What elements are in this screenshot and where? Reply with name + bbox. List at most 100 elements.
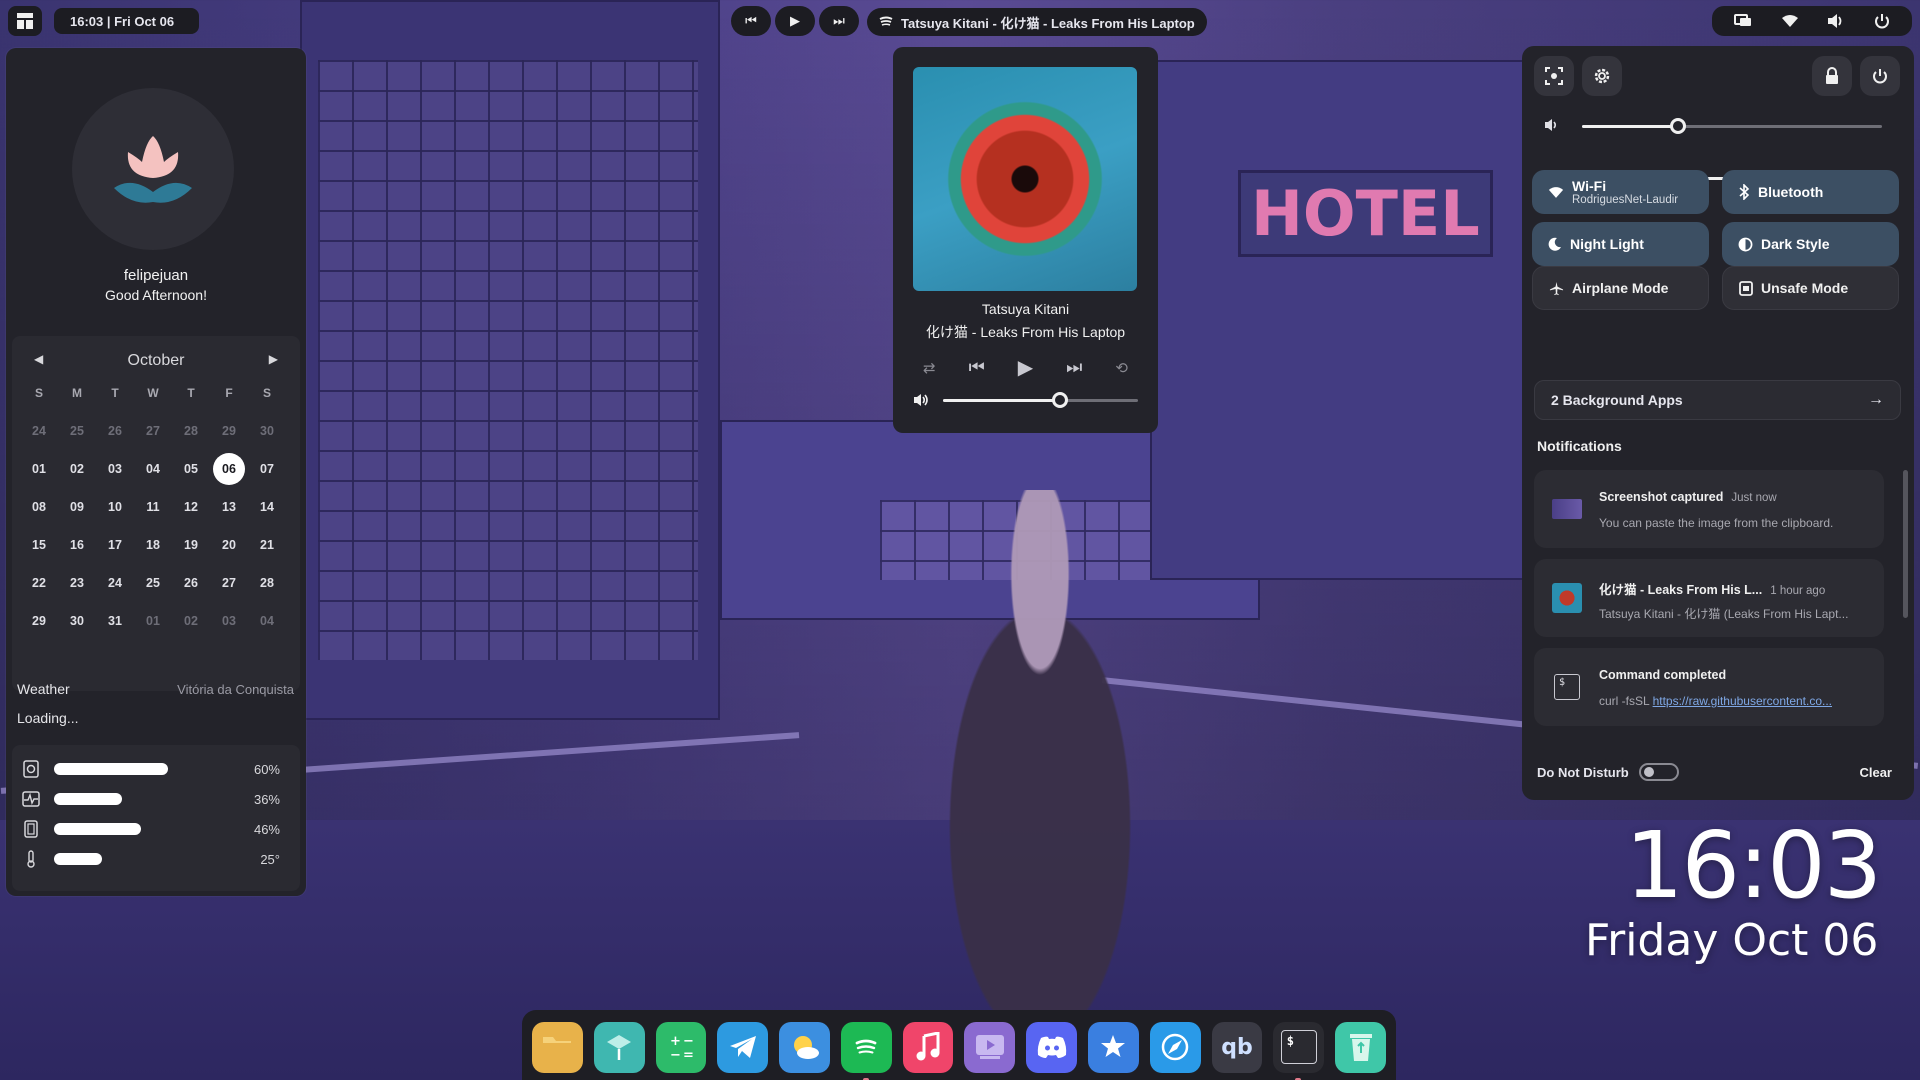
background-apps-button[interactable]: 2 Background Apps → (1534, 380, 1901, 420)
notifications-scrollbar[interactable] (1903, 470, 1908, 618)
calendar-day[interactable]: 29 (210, 412, 248, 450)
calendar-day[interactable]: 16 (58, 526, 96, 564)
calendar-next-month-button[interactable]: ▶ (269, 352, 278, 370)
calendar-day[interactable]: 04 (134, 450, 172, 488)
calendar-day[interactable]: 26 (96, 412, 134, 450)
screen-share-icon[interactable] (1734, 13, 1752, 29)
calendar-day[interactable]: 27 (210, 564, 248, 602)
calendar-day[interactable]: 28 (172, 412, 210, 450)
shuffle-icon[interactable]: ⇄ (923, 359, 936, 377)
calendar-day[interactable]: 12 (172, 488, 210, 526)
calendar-day[interactable]: 10 (96, 488, 134, 526)
settings-button[interactable] (1582, 56, 1622, 96)
prev-icon[interactable]: ⏮ (969, 357, 985, 378)
dock-app-console[interactable]: $ (1273, 1021, 1325, 1080)
volume-icon[interactable] (1827, 13, 1845, 29)
calendar-day[interactable]: 08 (20, 488, 58, 526)
dock-app-spotify[interactable] (840, 1021, 892, 1080)
now-playing-pill[interactable]: Tatsuya Kitani - 化け猫 - Leaks From His La… (867, 8, 1207, 36)
calendar-day[interactable]: 30 (58, 602, 96, 640)
calendar-day[interactable]: 28 (248, 564, 286, 602)
calendar-day[interactable]: 31 (96, 602, 134, 640)
wallpaper-windows-center (880, 500, 1240, 580)
desktop-clock-date: Friday Oct 06 (1585, 915, 1879, 966)
calendar-day[interactable]: 18 (134, 526, 172, 564)
calendar-day[interactable]: 05 (172, 450, 210, 488)
calendar-day[interactable]: 14 (248, 488, 286, 526)
calendar-day[interactable]: 09 (58, 488, 96, 526)
dock-app-music[interactable] (902, 1021, 954, 1073)
toggle-bluetooth[interactable]: Bluetooth (1722, 170, 1899, 214)
lock-button[interactable] (1812, 56, 1852, 96)
dock-app-telegram[interactable] (717, 1021, 769, 1073)
calendar-day[interactable]: 04 (248, 602, 286, 640)
calendar-prev-month-button[interactable]: ◀ (34, 352, 43, 370)
dock-app-store[interactable] (1088, 1021, 1139, 1073)
avatar[interactable] (72, 88, 234, 250)
dock-app-weather[interactable] (779, 1021, 830, 1073)
toggle-airplane-mode[interactable]: Airplane Mode (1532, 266, 1709, 310)
dock-app-terminal-app[interactable] (593, 1021, 645, 1073)
calendar-day[interactable]: 03 (96, 450, 134, 488)
notification-link[interactable]: https://raw.githubusercontent.co... (1653, 694, 1832, 708)
topbar-clock[interactable]: 16:03 | Fri Oct 06 (54, 8, 199, 34)
next-track-button[interactable]: ⏭ (819, 6, 859, 36)
screenshot-button[interactable] (1534, 56, 1574, 96)
calendar-day[interactable]: 11 (134, 488, 172, 526)
app-menu-button[interactable] (8, 6, 42, 36)
volume-slider[interactable] (1532, 112, 1904, 142)
prev-track-button[interactable]: ⏮ (731, 6, 771, 36)
calendar-day[interactable]: 30 (248, 412, 286, 450)
calculator-icon: + − − = (666, 1032, 696, 1062)
calendar-day[interactable]: 19 (172, 526, 210, 564)
dock-app-video[interactable] (964, 1021, 1016, 1073)
dock-app-trash[interactable] (1335, 1021, 1386, 1073)
notification-card[interactable]: $ Command completed curl -fsSL https://raw… (1534, 648, 1884, 726)
dock-app-qbittorrent[interactable]: qb (1211, 1021, 1263, 1073)
wifi-icon[interactable] (1781, 14, 1799, 28)
calendar-day[interactable]: 01 (134, 602, 172, 640)
calendar-day[interactable]: 25 (134, 564, 172, 602)
toggle-night-light[interactable]: Night Light (1532, 222, 1709, 266)
calendar-day[interactable]: 02 (172, 602, 210, 640)
dock-app-browser[interactable] (1149, 1021, 1201, 1073)
volume-knob[interactable] (1670, 118, 1686, 134)
player-volume-knob[interactable] (1052, 392, 1068, 408)
system-tray[interactable] (1712, 6, 1912, 36)
calendar-day[interactable]: 24 (96, 564, 134, 602)
calendar-day[interactable]: 07 (248, 450, 286, 488)
dock-app-calculator[interactable]: + − − = (655, 1021, 707, 1073)
calendar-day[interactable]: 25 (58, 412, 96, 450)
calendar-day[interactable]: 17 (96, 526, 134, 564)
calendar-day[interactable]: 03 (210, 602, 248, 640)
repeat-icon[interactable]: ⟲ (1115, 359, 1128, 377)
calendar-day[interactable]: 13 (210, 488, 248, 526)
dock-app-files[interactable] (532, 1021, 583, 1073)
calendar-day[interactable]: 20 (210, 526, 248, 564)
calendar-day-today[interactable]: 06 (210, 450, 248, 488)
calendar-day[interactable]: 27 (134, 412, 172, 450)
calendar-day[interactable]: 01 (20, 450, 58, 488)
toggle-wi-fi[interactable]: Wi-Fi RodriguesNet-Laudir (1532, 170, 1709, 214)
power-icon[interactable] (1874, 13, 1890, 29)
calendar-day[interactable]: 24 (20, 412, 58, 450)
play-button[interactable]: ▶ (775, 6, 815, 36)
calendar-day[interactable]: 22 (20, 564, 58, 602)
calendar-day[interactable]: 15 (20, 526, 58, 564)
calendar-day[interactable]: 23 (58, 564, 96, 602)
dock-app-discord[interactable] (1026, 1021, 1078, 1073)
notification-card[interactable]: 化け猫 - Leaks From His L... 1 hour ago Tatsu… (1534, 559, 1884, 637)
calendar-day[interactable]: 29 (20, 602, 58, 640)
toggle-label-wrap: Wi-Fi RodriguesNet-Laudir (1572, 178, 1678, 206)
calendar-day[interactable]: 02 (58, 450, 96, 488)
next-icon[interactable]: ⏭ (1066, 357, 1082, 378)
notification-card[interactable]: Screenshot captured Just now You can paste… (1534, 470, 1884, 548)
play-icon[interactable]: ▶ (1018, 355, 1033, 380)
calendar-day[interactable]: 21 (248, 526, 286, 564)
toggle-dark-style[interactable]: Dark Style (1722, 222, 1899, 266)
clear-notifications-button[interactable]: Clear (1859, 765, 1892, 780)
dnd-switch[interactable] (1638, 763, 1679, 781)
power-button[interactable] (1860, 56, 1900, 96)
calendar-day[interactable]: 26 (172, 564, 210, 602)
toggle-unsafe-mode[interactable]: Unsafe Mode (1722, 266, 1899, 310)
